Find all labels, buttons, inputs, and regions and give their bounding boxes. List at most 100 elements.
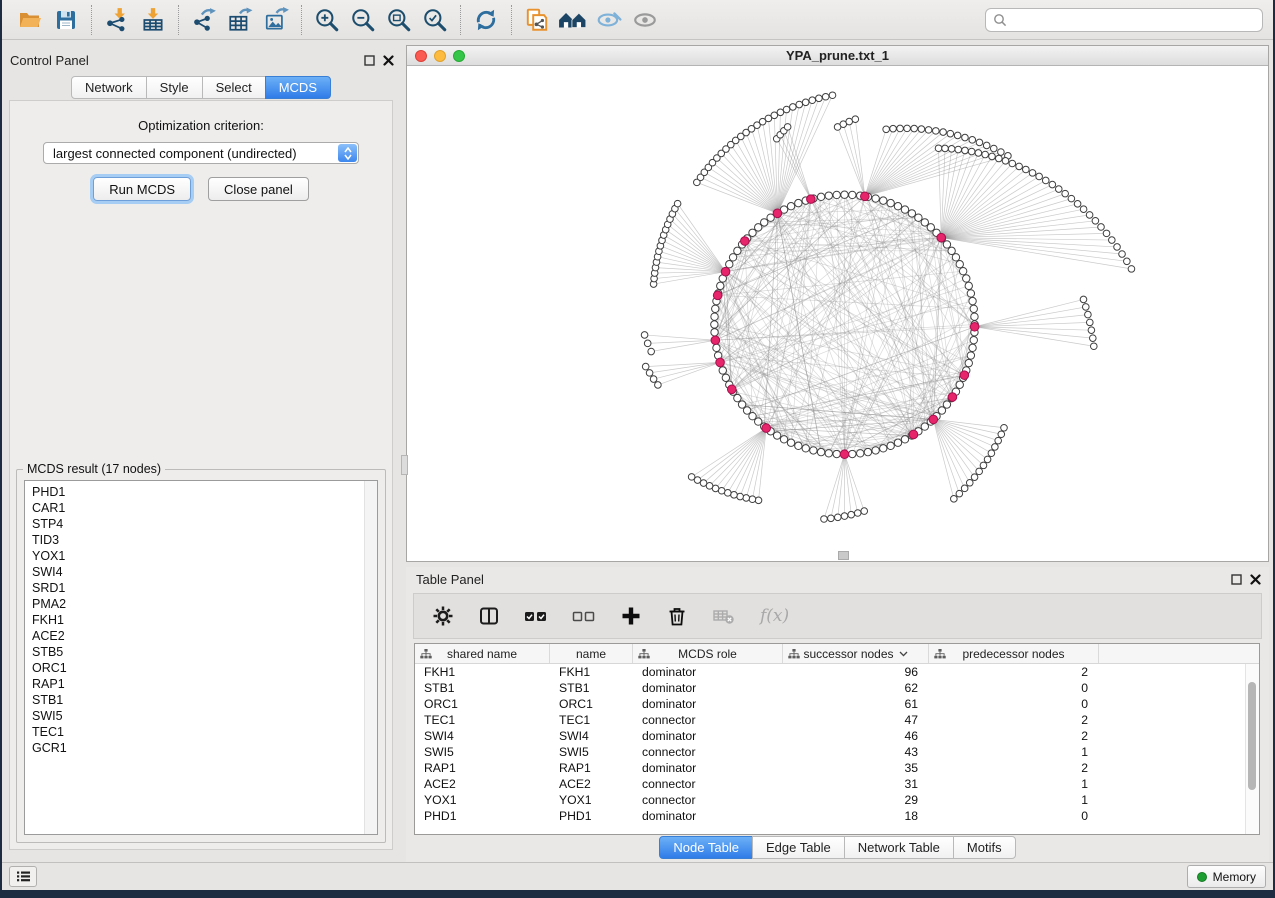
- run-mcds-button[interactable]: Run MCDS: [93, 177, 191, 201]
- mcds-result-title: MCDS result (17 nodes): [23, 462, 165, 476]
- open-file-button[interactable]: [12, 4, 48, 36]
- cell-successor_nodes: 18: [783, 809, 929, 823]
- mcds-result-item[interactable]: SWI5: [32, 708, 377, 724]
- mcds-result-list: PHD1CAR1STP4TID3YOX1SWI4SRD1PMA2FKH1ACE2…: [24, 480, 378, 835]
- hide-all-columns-button[interactable]: [572, 605, 596, 627]
- table-row[interactable]: PHD1PHD1dominator180: [415, 808, 1259, 824]
- tab-network[interactable]: Network: [71, 76, 147, 99]
- zoom-fit-icon: [386, 7, 412, 33]
- table-settings-button[interactable]: [432, 605, 454, 627]
- search-input[interactable]: [1013, 12, 1255, 28]
- mcds-result-item[interactable]: ACE2: [32, 628, 377, 644]
- cell-shared_name: STB1: [415, 681, 550, 695]
- import-network-button[interactable]: [99, 4, 135, 36]
- mcds-result-item[interactable]: PMA2: [32, 596, 377, 612]
- split-table-view-button[interactable]: [478, 605, 500, 627]
- cell-shared_name: ACE2: [415, 777, 550, 791]
- show-all-columns-button[interactable]: [524, 605, 548, 627]
- global-search[interactable]: [985, 8, 1263, 32]
- network-title: YPA_prune.txt_1: [407, 48, 1268, 63]
- zoom-in-button[interactable]: [309, 4, 345, 36]
- tab-edge-table[interactable]: Edge Table: [752, 836, 845, 859]
- criterion-dropdown[interactable]: largest connected component (undirected): [43, 142, 359, 164]
- tab-select[interactable]: Select: [202, 76, 266, 99]
- column-namespace-icon: [934, 649, 946, 659]
- hide-selected-button[interactable]: [591, 4, 627, 36]
- zoom-selected-button[interactable]: [417, 4, 453, 36]
- table-row[interactable]: SWI5SWI5connector431: [415, 744, 1259, 760]
- status-bar: Memory: [2, 862, 1273, 890]
- mcds-list-scrollbar[interactable]: [364, 481, 377, 834]
- column-header-name[interactable]: name: [550, 644, 633, 663]
- tab-style[interactable]: Style: [146, 76, 203, 99]
- mcds-result-item[interactable]: YOX1: [32, 548, 377, 564]
- cell-predecessor_nodes: 2: [929, 761, 1099, 775]
- export-network-button[interactable]: [186, 4, 222, 36]
- table-row[interactable]: FKH1FKH1dominator962: [415, 664, 1259, 680]
- sort-descending-icon: [899, 651, 908, 657]
- table-row[interactable]: SWI4SWI4dominator462: [415, 728, 1259, 744]
- close-panel-icon[interactable]: [1250, 574, 1261, 585]
- zoom-fit-button[interactable]: [381, 4, 417, 36]
- mcds-result-item[interactable]: STP4: [32, 516, 377, 532]
- tab-network-table[interactable]: Network Table: [844, 836, 954, 859]
- network-scrollbar-thumb[interactable]: [838, 551, 849, 560]
- function-builder-button[interactable]: f(x): [760, 606, 789, 626]
- mcds-result-item[interactable]: STB5: [32, 644, 377, 660]
- mcds-result-item[interactable]: STB1: [32, 692, 377, 708]
- tab-mcds[interactable]: MCDS: [265, 76, 331, 99]
- column-header-successor_nodes[interactable]: successor nodes: [783, 644, 929, 663]
- mcds-result-item[interactable]: ORC1: [32, 660, 377, 676]
- table-row[interactable]: RAP1RAP1dominator352: [415, 760, 1259, 776]
- show-panels-button[interactable]: [9, 866, 37, 887]
- mcds-result-item[interactable]: TEC1: [32, 724, 377, 740]
- close-panel-button[interactable]: Close panel: [208, 177, 309, 201]
- duplicate-network-button[interactable]: [519, 4, 555, 36]
- close-panel-icon[interactable]: [383, 55, 394, 66]
- mcds-result-item[interactable]: FKH1: [32, 612, 377, 628]
- table-row[interactable]: YOX1YOX1connector291: [415, 792, 1259, 808]
- table-row[interactable]: ORC1ORC1dominator610: [415, 696, 1259, 712]
- export-table-button[interactable]: [222, 4, 258, 36]
- save-session-button[interactable]: [48, 4, 84, 36]
- column-header-shared_name[interactable]: shared name: [415, 644, 550, 663]
- zoom-out-button[interactable]: [345, 4, 381, 36]
- table-scrollbar-thumb[interactable]: [1248, 682, 1256, 790]
- column-namespace-icon: [638, 649, 650, 659]
- refresh-view-button[interactable]: [468, 4, 504, 36]
- network-canvas[interactable]: [407, 65, 1268, 561]
- refresh-icon: [473, 7, 499, 33]
- float-panel-icon[interactable]: [1231, 574, 1242, 585]
- column-header-mcds_role[interactable]: MCDS role: [633, 644, 783, 663]
- table-scrollbar[interactable]: [1245, 664, 1259, 834]
- cell-mcds_role: dominator: [633, 729, 783, 743]
- node-table: shared namenameMCDS rolesuccessor nodesp…: [414, 643, 1260, 835]
- cell-successor_nodes: 31: [783, 777, 929, 791]
- mcds-result-item[interactable]: PHD1: [32, 484, 377, 500]
- memory-button[interactable]: Memory: [1187, 865, 1266, 888]
- mcds-result-item[interactable]: TID3: [32, 532, 377, 548]
- export-image-button[interactable]: [258, 4, 294, 36]
- float-panel-icon[interactable]: [364, 55, 375, 66]
- first-neighbors-button[interactable]: [555, 4, 591, 36]
- cell-shared_name: SWI5: [415, 745, 550, 759]
- mcds-result-item[interactable]: GCR1: [32, 740, 377, 756]
- delete-column-button[interactable]: [666, 605, 688, 627]
- table-row[interactable]: ACE2ACE2connector311: [415, 776, 1259, 792]
- mcds-result-item[interactable]: CAR1: [32, 500, 377, 516]
- network-graph[interactable]: [407, 65, 1268, 561]
- mcds-result-item[interactable]: SWI4: [32, 564, 377, 580]
- show-all-button[interactable]: [627, 4, 663, 36]
- network-titlebar[interactable]: YPA_prune.txt_1: [407, 46, 1268, 66]
- cell-mcds_role: dominator: [633, 681, 783, 695]
- tab-motifs[interactable]: Motifs: [953, 836, 1016, 859]
- mcds-result-item[interactable]: RAP1: [32, 676, 377, 692]
- tab-node-table[interactable]: Node Table: [659, 836, 753, 859]
- table-row[interactable]: TEC1TEC1connector472: [415, 712, 1259, 728]
- table-row[interactable]: STB1STB1dominator620: [415, 680, 1259, 696]
- column-header-predecessor_nodes[interactable]: predecessor nodes: [929, 644, 1099, 663]
- import-table-button[interactable]: [135, 4, 171, 36]
- delete-table-button[interactable]: [712, 605, 736, 627]
- mcds-result-item[interactable]: SRD1: [32, 580, 377, 596]
- add-column-button[interactable]: [620, 605, 642, 627]
